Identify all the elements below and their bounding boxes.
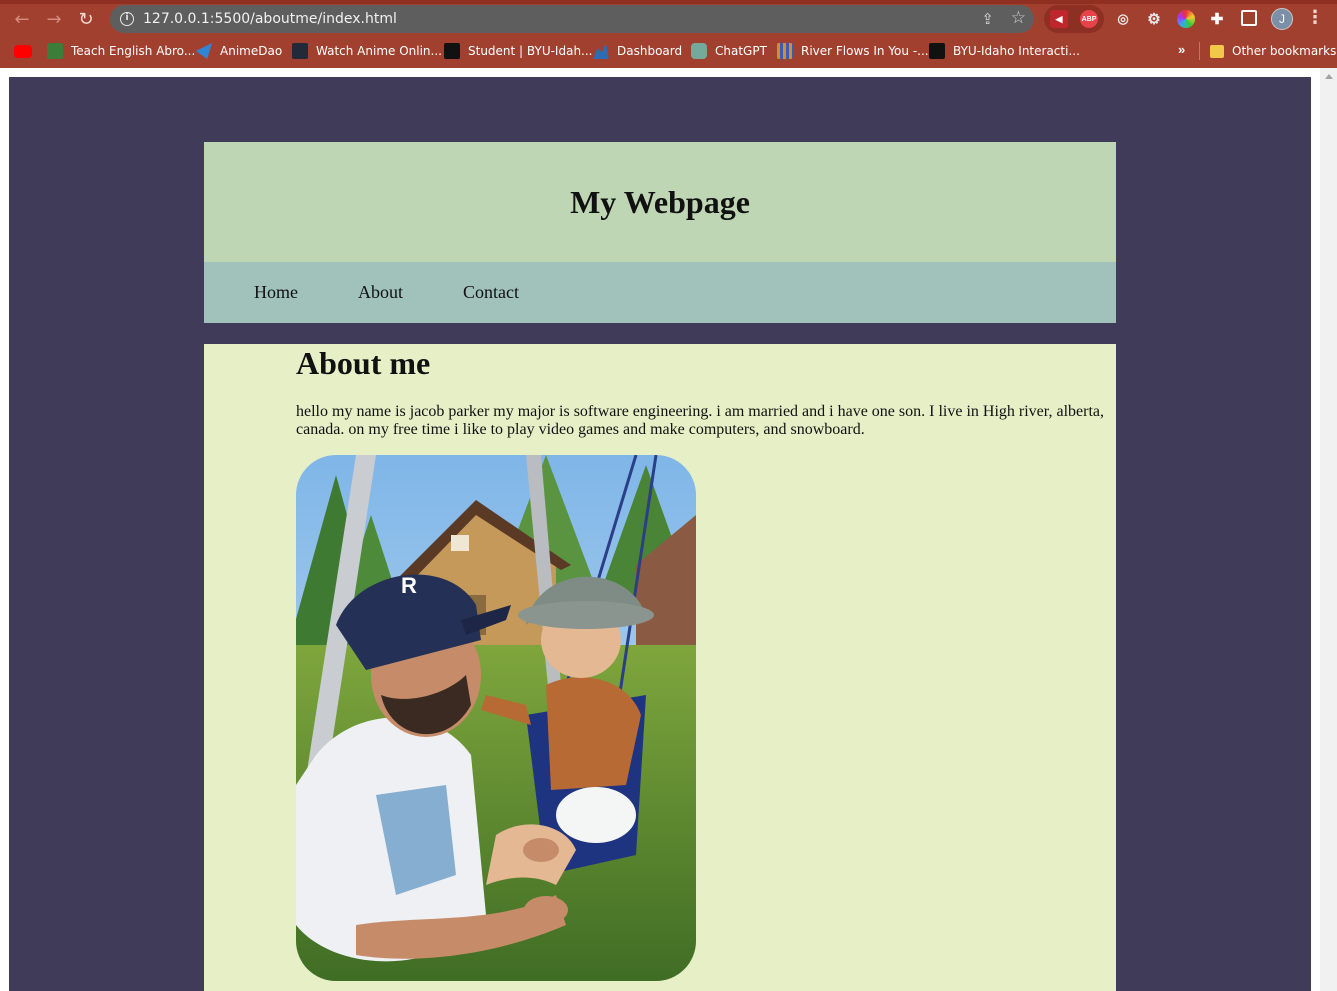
tea-icon — [47, 43, 63, 59]
bookmark-label: ChatGPT — [715, 44, 767, 58]
bookmark-item[interactable]: BYU-Idaho Interacti... — [929, 43, 1080, 59]
color-wheel-icon[interactable] — [1177, 10, 1195, 28]
folder-icon — [1210, 44, 1224, 58]
menu-icon[interactable]: ⋮ — [1306, 7, 1324, 28]
bookmark-item[interactable]: River Flows In You -... — [777, 43, 929, 59]
adblock-plus-icon[interactable]: ABP — [1080, 10, 1098, 28]
photo-illustration: R — [296, 455, 696, 981]
nav-link-home[interactable]: Home — [254, 282, 298, 303]
bookmarks-bar: Teach English Abro... AnimeDao Watch Ani… — [0, 34, 1337, 68]
bookmark-item[interactable]: Teach English Abro... — [47, 43, 195, 59]
bookmark-label: Dashboard — [617, 44, 683, 58]
scroll-up-arrow-icon[interactable] — [1325, 74, 1333, 79]
bookmark-item[interactable]: ChatGPT — [691, 43, 767, 59]
vertical-scrollbar[interactable] — [1320, 68, 1337, 991]
site-header: My Webpage — [204, 142, 1116, 262]
dashboard-icon — [593, 43, 609, 59]
info-icon[interactable]: i — [120, 12, 134, 26]
byu-icon — [929, 43, 945, 59]
bookmark-label: BYU-Idaho Interacti... — [953, 44, 1080, 58]
piano-icon — [777, 43, 793, 59]
url-text[interactable]: 127.0.0.1:5500/aboutme/index.html — [143, 11, 397, 27]
avatar[interactable]: J — [1271, 8, 1293, 30]
bookmark-label: Watch Anime Onlin... — [316, 44, 442, 58]
bookmarks-divider — [1199, 42, 1200, 60]
address-bar[interactable]: i 127.0.0.1:5500/aboutme/index.html ⇪ ☆ — [110, 5, 1034, 33]
forward-button[interactable]: → — [41, 6, 67, 32]
animedao-icon — [196, 43, 212, 59]
svg-text:R: R — [401, 573, 417, 598]
site-nav: Home About Contact — [204, 262, 1116, 323]
bookmark-star-icon[interactable]: ☆ — [1011, 8, 1026, 28]
back-button[interactable]: ← — [9, 6, 35, 32]
bookmark-item[interactable]: Watch Anime Onlin... — [292, 43, 442, 59]
page-viewport: My Webpage Home About Contact About me h… — [0, 68, 1337, 991]
youtube-icon — [14, 44, 32, 58]
extension-group: ◀ ABP — [1044, 5, 1104, 33]
puzzle-icon[interactable]: ✚ — [1208, 10, 1226, 28]
nav-link-about[interactable]: About — [358, 282, 403, 303]
bookmark-label: Student | BYU-Idah... — [468, 44, 593, 58]
bookmark-label: Teach English Abro... — [71, 44, 196, 58]
bookmark-youtube[interactable] — [14, 43, 40, 59]
bookmark-label: River Flows In You -... — [801, 44, 929, 58]
main-content: About me hello my name is jacob parker m… — [204, 344, 1116, 991]
family-photo: R — [296, 455, 696, 981]
side-panel-icon[interactable] — [1241, 10, 1257, 26]
bookmark-label: AnimeDao — [220, 44, 283, 58]
other-bookmarks-label: Other bookmarks — [1232, 44, 1337, 58]
gear-icon[interactable]: ⚙ — [1145, 10, 1163, 28]
bookmark-item[interactable]: Student | BYU-Idah... — [444, 43, 593, 59]
about-heading: About me — [296, 345, 431, 381]
more-bookmarks-icon[interactable]: » — [1178, 42, 1185, 57]
nav-link-contact[interactable]: Contact — [463, 282, 519, 303]
share-icon[interactable]: ⇪ — [981, 10, 994, 28]
fingerprint-icon[interactable]: ◎ — [1114, 10, 1132, 28]
chatgpt-icon — [691, 43, 707, 59]
other-bookmarks[interactable]: Other bookmarks — [1210, 43, 1336, 59]
byu-icon — [444, 43, 460, 59]
bookmark-item[interactable]: Dashboard — [593, 43, 682, 59]
anime-icon — [292, 43, 308, 59]
about-paragraph: hello my name is jacob parker my major i… — [296, 403, 1104, 438]
bookmark-item[interactable]: AnimeDao — [196, 43, 282, 59]
site-title: My Webpage — [570, 183, 750, 220]
reload-button[interactable]: ↻ — [73, 6, 99, 32]
browser-toolbar: ← → ↻ i 127.0.0.1:5500/aboutme/index.htm… — [0, 4, 1337, 34]
volume-icon[interactable]: ◀ — [1050, 10, 1068, 28]
